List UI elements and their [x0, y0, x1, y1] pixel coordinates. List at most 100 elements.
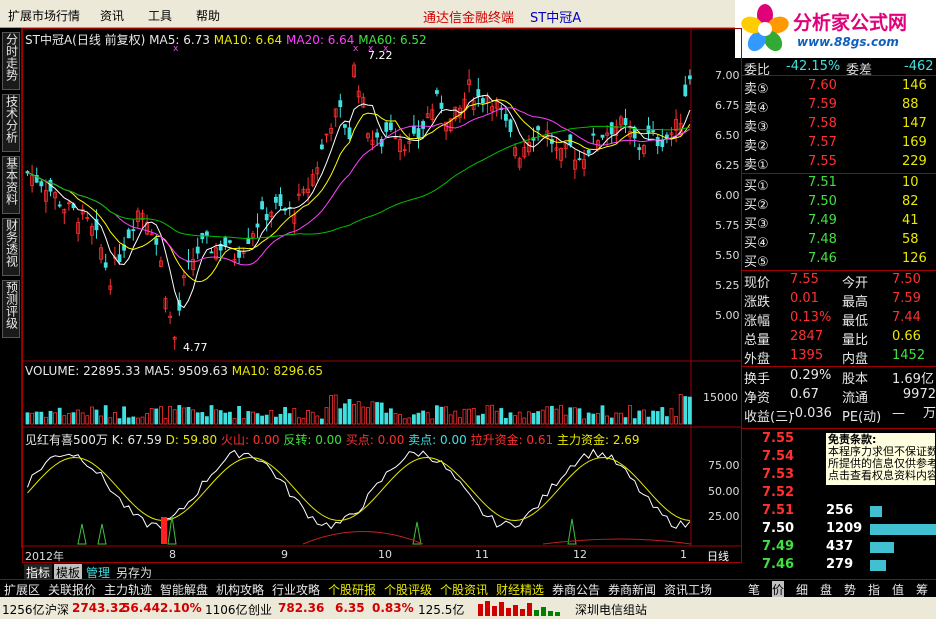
status-index-label: 沪深 — [45, 603, 70, 617]
candle-body — [411, 125, 416, 134]
nav-tab-3[interactable]: 智能解盘 — [160, 581, 208, 598]
stat2-row[interactable]: 收益(三) -0.036 PE(动) — — [742, 405, 936, 425]
stat-value: — — [892, 406, 905, 421]
nav-tab-8[interactable]: 个股资讯 — [440, 581, 488, 598]
stat2-row[interactable]: 净资 0.67 流通 9972万 — [742, 386, 936, 421]
volume-bar — [67, 412, 71, 425]
volume-bar — [591, 413, 596, 425]
right-nav-tab-7[interactable]: 筹 — [916, 581, 928, 598]
volume-bar — [214, 409, 219, 425]
buy-row[interactable]: 买④ 7.48 58 — [742, 231, 936, 251]
buy-row[interactable]: 买② 7.50 82 — [742, 193, 936, 213]
indicator-fanzhuan: 反转: 0.00 — [283, 433, 342, 447]
tab-forecast[interactable]: 预测评级 — [2, 280, 20, 338]
candle-body — [651, 130, 655, 133]
status-server[interactable]: 深圳电信组站 — [575, 601, 647, 618]
volume-bar — [260, 415, 265, 425]
ma5-label: MA5: 6.73 — [149, 33, 210, 47]
volume-bar — [499, 408, 504, 425]
tick-row[interactable]: 7.51 256 — [742, 502, 936, 521]
sell-row[interactable]: 卖③ 7.58 147 — [742, 115, 936, 135]
right-nav-tab-0[interactable]: 笔 — [748, 581, 760, 598]
volume-bar — [342, 403, 347, 425]
disclaimer-tooltip[interactable]: 免责条款: 本程序力求但不保证数 所提供的信息仅供参考 点击查看权息资料内容 — [825, 432, 936, 486]
menu-item-help[interactable]: 帮助 — [196, 7, 220, 24]
candle-body — [319, 144, 324, 150]
stat-row[interactable]: 现价 7.55 今开 7.50 — [742, 271, 936, 291]
nav-tab-0[interactable]: 扩展区 — [4, 581, 40, 598]
volume-bar — [356, 401, 361, 425]
right-nav-tab-3[interactable]: 盘 — [820, 581, 832, 598]
candle-body — [342, 124, 347, 128]
stat-row[interactable]: 总量 2847 量比 0.66 — [742, 328, 936, 348]
nav-tab-12[interactable]: 资讯工场 — [664, 581, 712, 598]
buy-row[interactable]: 买③ 7.49 41 — [742, 212, 936, 232]
stock-name-title: ST中冠A — [530, 11, 582, 26]
tick-row[interactable]: 7.52 — [742, 484, 936, 503]
stat-label: 收益(三) — [744, 410, 794, 425]
chart-area[interactable]: xxxx ST中冠A(日线 前复权) MA5: 6.73 MA10: 6.64 … — [22, 28, 742, 563]
volume-bar — [467, 408, 472, 425]
volume-bar — [186, 406, 191, 425]
nav-tab-10[interactable]: 券商公告 — [552, 581, 600, 598]
buy-price: 7.48 — [808, 232, 837, 247]
candle-body — [568, 134, 573, 146]
sell-row[interactable]: 卖① 7.55 229 — [742, 153, 936, 173]
volume-bar — [250, 411, 255, 425]
tick-row[interactable]: 7.49 437 — [742, 538, 936, 557]
sell-row[interactable]: 卖⑤ 7.60 146 — [742, 77, 936, 97]
volume-bar — [550, 405, 554, 425]
right-nav-tab-1[interactable]: 价 — [772, 581, 785, 598]
right-nav-tab-2[interactable]: 细 — [796, 581, 808, 598]
sell-row[interactable]: 卖② 7.57 169 — [742, 134, 936, 154]
nav-tab-6[interactable]: 个股研报 — [328, 581, 376, 598]
nav-tab-4[interactable]: 机构攻略 — [216, 581, 264, 598]
stat-value: 0.66 — [892, 329, 921, 344]
nav-tab-5[interactable]: 行业攻略 — [272, 581, 320, 598]
buy-price: 7.51 — [808, 175, 837, 190]
volume-bar — [545, 406, 550, 425]
right-nav-tab-5[interactable]: 指 — [868, 581, 880, 598]
buy-row[interactable]: 买⑤ 7.46 126 — [742, 250, 936, 270]
volume-bar — [352, 404, 357, 425]
candle-body — [117, 254, 122, 263]
stat2-row[interactable]: 换手 0.29% 股本 1.69亿 — [742, 367, 936, 387]
nav-tab-9[interactable]: 财经精选 — [496, 581, 544, 598]
stat-label: PE(动) — [842, 410, 882, 425]
tab-technical[interactable]: 技术分析 — [2, 94, 20, 152]
nav-tab-2[interactable]: 主力轨迹 — [104, 581, 152, 598]
status-cy-label: 创业 — [248, 603, 273, 617]
period-label[interactable]: 日线 — [707, 548, 729, 564]
stock-period-label: ST中冠A(日线 前复权) — [25, 33, 146, 47]
nav-tab-1[interactable]: 关联报价 — [48, 581, 96, 598]
stat-row[interactable]: 涨幅 0.13% 最低 7.44 — [742, 309, 936, 329]
tab-intraday[interactable]: 分时走势 — [2, 32, 20, 90]
candle-body — [204, 231, 209, 237]
tick-row[interactable]: 7.46 279 — [742, 556, 936, 575]
volume-bar — [365, 407, 370, 425]
tab-financial[interactable]: 财务透视 — [2, 218, 20, 276]
right-nav-tab-6[interactable]: 值 — [892, 581, 904, 598]
ma60-label: MA60: 6.52 — [358, 33, 427, 47]
nav-tab-7[interactable]: 个股评级 — [384, 581, 432, 598]
nav-tab-11[interactable]: 券商新闻 — [608, 581, 656, 598]
volume-bar — [264, 414, 269, 425]
tab-basic-info[interactable]: 基本资料 — [2, 156, 20, 214]
menu-item-news[interactable]: 资讯 — [100, 7, 124, 24]
volume-bar — [117, 418, 122, 425]
sell-row[interactable]: 卖④ 7.59 88 — [742, 96, 936, 116]
stat-row[interactable]: 涨跌 0.01 最高 7.59 — [742, 290, 936, 310]
candle-body — [416, 128, 421, 139]
sell-volume: 147 — [902, 116, 927, 131]
menu-item-extended-market[interactable]: 扩展市场行情 — [8, 7, 80, 24]
stat-label: 外盘 — [744, 352, 771, 367]
volume-bar — [126, 417, 131, 425]
buy-row[interactable]: 买① 7.51 10 — [742, 174, 936, 194]
candle-body — [439, 102, 444, 109]
tick-row[interactable]: 7.50 1209 — [742, 520, 936, 539]
buy-label: 买② — [744, 198, 769, 213]
right-nav-tab-4[interactable]: 势 — [844, 581, 856, 598]
kline-chart-canvas[interactable]: xxxx — [23, 29, 741, 562]
stat-row[interactable]: 外盘 1395 内盘 1452 — [742, 347, 936, 367]
menu-item-tools[interactable]: 工具 — [148, 7, 172, 24]
